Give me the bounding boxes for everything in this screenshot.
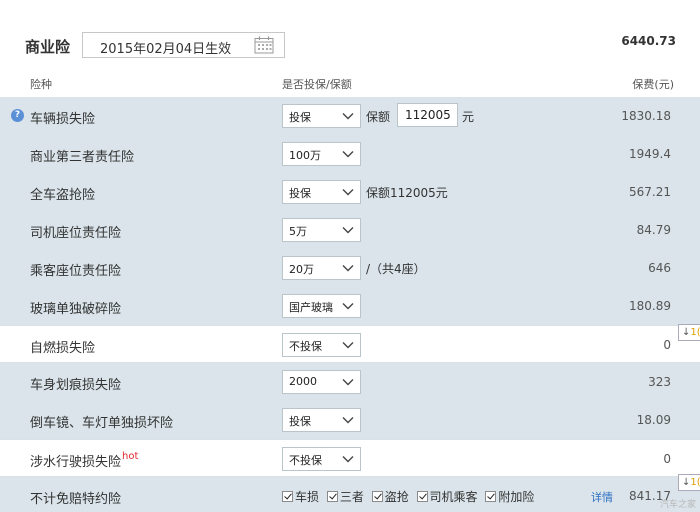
premium-value: 567.21 — [629, 185, 671, 199]
column-header-option: 是否投保/保额 — [282, 78, 352, 91]
total-premium: 6440.73 — [621, 34, 676, 48]
watermark: 汽车之家 — [659, 500, 696, 510]
premium-value: 84.79 — [636, 223, 671, 237]
checkbox-driver-passenger[interactable]: 司机乘客 — [416, 488, 478, 505]
checkbox-vehicle-damage[interactable]: 车损 — [282, 488, 319, 505]
help-icon[interactable]: ? — [11, 109, 24, 122]
option-select[interactable]: 100万 — [282, 142, 361, 166]
row-name: 倒车镜、车灯单独损坏险 — [30, 416, 174, 431]
table-row: ? 车辆损失险 投保 保额 112005 元 1830.18 — [0, 97, 700, 135]
details-link[interactable]: 详情 — [591, 489, 613, 505]
table-row: 司机座位责任险 5万 84.79 — [0, 211, 700, 249]
premium-value: 0 — [663, 338, 671, 352]
column-header-fee: 保费(元) — [632, 78, 674, 91]
checkbox-checked-icon — [416, 491, 428, 502]
row-name: 车辆损失险 — [30, 112, 96, 127]
side-tip[interactable]: ↓1( — [678, 474, 700, 491]
checkbox-third-party[interactable]: 三者 — [326, 488, 364, 505]
select-value: 不投保 — [289, 340, 322, 353]
checkbox-additional[interactable]: 附加险 — [485, 488, 534, 505]
premium-value: 1949.4 — [629, 147, 671, 161]
select-value: 国产玻璃 — [289, 301, 333, 314]
select-value: 20万 — [289, 263, 314, 276]
table-row: 玻璃单独破碎险 国产玻璃 180.89 — [0, 287, 700, 325]
amount-label: 保额 — [366, 110, 391, 124]
premium-value: 1830.18 — [621, 109, 671, 123]
side-tip-value: 1( — [690, 477, 700, 488]
deductible-checkbox-group: 车损 三者 盗抢 司机乘客 附加险 — [282, 488, 538, 505]
chevron-down-icon — [342, 113, 354, 120]
option-select[interactable]: 投保 — [282, 104, 361, 128]
chevron-down-icon — [342, 189, 354, 196]
row-name: 全车盗抢险 — [30, 188, 96, 203]
table-row: 不计免赔特约险 车损 三者 盗抢 司机乘客 附加险 详情 841.17 ↓1( — [0, 474, 700, 512]
row-name: 不计免赔特约险 — [30, 492, 122, 507]
premium-value: 180.89 — [629, 299, 671, 313]
side-tip-value: 1( — [690, 327, 700, 338]
option-select[interactable]: 不投保 — [282, 447, 361, 471]
checkbox-checked-icon — [371, 491, 383, 502]
row-name: 自燃损失险 — [30, 341, 96, 356]
row-name: 涉水行驶损失险hot — [30, 451, 138, 470]
premium-value: 323 — [648, 375, 671, 389]
select-value: 投保 — [289, 111, 311, 124]
coverage-note: 保额112005元 — [366, 186, 448, 200]
chevron-down-icon — [342, 342, 354, 349]
row-name: 玻璃单独破碎险 — [30, 302, 122, 317]
table-row: 涉水行驶损失险hot 不投保 0 — [0, 439, 700, 477]
chevron-down-icon — [342, 379, 354, 386]
checkbox-checked-icon — [485, 491, 497, 502]
premium-value: 646 — [648, 261, 671, 275]
checkbox-theft[interactable]: 盗抢 — [371, 488, 409, 505]
row-name: 商业第三者责任险 — [30, 150, 135, 165]
chevron-down-icon — [342, 417, 354, 424]
select-value: 5万 — [289, 225, 307, 238]
amount-unit: 元 — [462, 110, 475, 124]
chevron-down-icon — [342, 227, 354, 234]
chevron-down-icon — [342, 151, 354, 158]
insurance-table: ? 车辆损失险 投保 保额 112005 元 1830.18 商业第三者责任险 … — [0, 97, 700, 512]
column-header-type: 险种 — [30, 78, 52, 91]
table-row: 乘客座位责任险 20万 /（共4座） 646 — [0, 249, 700, 287]
select-value: 投保 — [289, 415, 311, 428]
option-select[interactable]: 国产玻璃 — [282, 294, 361, 318]
select-value: 2000 — [289, 375, 317, 388]
option-select[interactable]: 投保 — [282, 408, 361, 432]
option-select[interactable]: 20万 — [282, 256, 361, 280]
row-name: 司机座位责任险 — [30, 226, 122, 241]
row-name-text: 涉水行驶损失险 — [30, 455, 122, 470]
checkbox-checked-icon — [282, 491, 293, 502]
effective-date-field[interactable]: 2015年02月04日生效 — [82, 32, 285, 58]
section-title: 商业险 — [25, 38, 71, 56]
option-select[interactable]: 5万 — [282, 218, 361, 242]
checkbox-checked-icon — [326, 491, 338, 502]
table-row: 自燃损失险 不投保 0 ↓1( — [0, 324, 700, 363]
table-row: 车身划痕损失险 2000 323 — [0, 363, 700, 401]
commercial-insurance-header: 商业险 2015年02月04日生效 6440.73 — [0, 0, 700, 66]
table-row: 全车盗抢险 投保 保额112005元 567.21 — [0, 173, 700, 211]
row-name: 车身划痕损失险 — [30, 378, 122, 393]
chevron-down-icon — [342, 265, 354, 272]
amount-input[interactable]: 112005 — [397, 103, 458, 127]
select-value: 100万 — [289, 149, 321, 162]
table-row: 商业第三者责任险 100万 1949.4 — [0, 135, 700, 173]
calendar-icon[interactable] — [254, 36, 274, 54]
seat-count-note: /（共4座） — [366, 262, 426, 276]
option-select[interactable]: 2000 — [282, 370, 361, 394]
hot-badge: hot — [122, 451, 139, 462]
select-value: 投保 — [289, 187, 311, 200]
side-tip[interactable]: ↓1( — [678, 324, 700, 341]
select-value: 不投保 — [289, 454, 322, 467]
option-select[interactable]: 投保 — [282, 180, 361, 204]
premium-value: 0 — [663, 452, 671, 466]
row-name: 乘客座位责任险 — [30, 264, 122, 279]
amount-value: 112005 — [405, 108, 451, 122]
option-select[interactable]: 不投保 — [282, 333, 361, 357]
chevron-down-icon — [342, 303, 354, 310]
table-row: 倒车镜、车灯单独损坏险 投保 18.09 — [0, 401, 700, 439]
premium-value: 18.09 — [636, 413, 671, 427]
chevron-down-icon — [342, 456, 354, 463]
effective-date-value: 2015年02月04日生效 — [100, 42, 232, 57]
